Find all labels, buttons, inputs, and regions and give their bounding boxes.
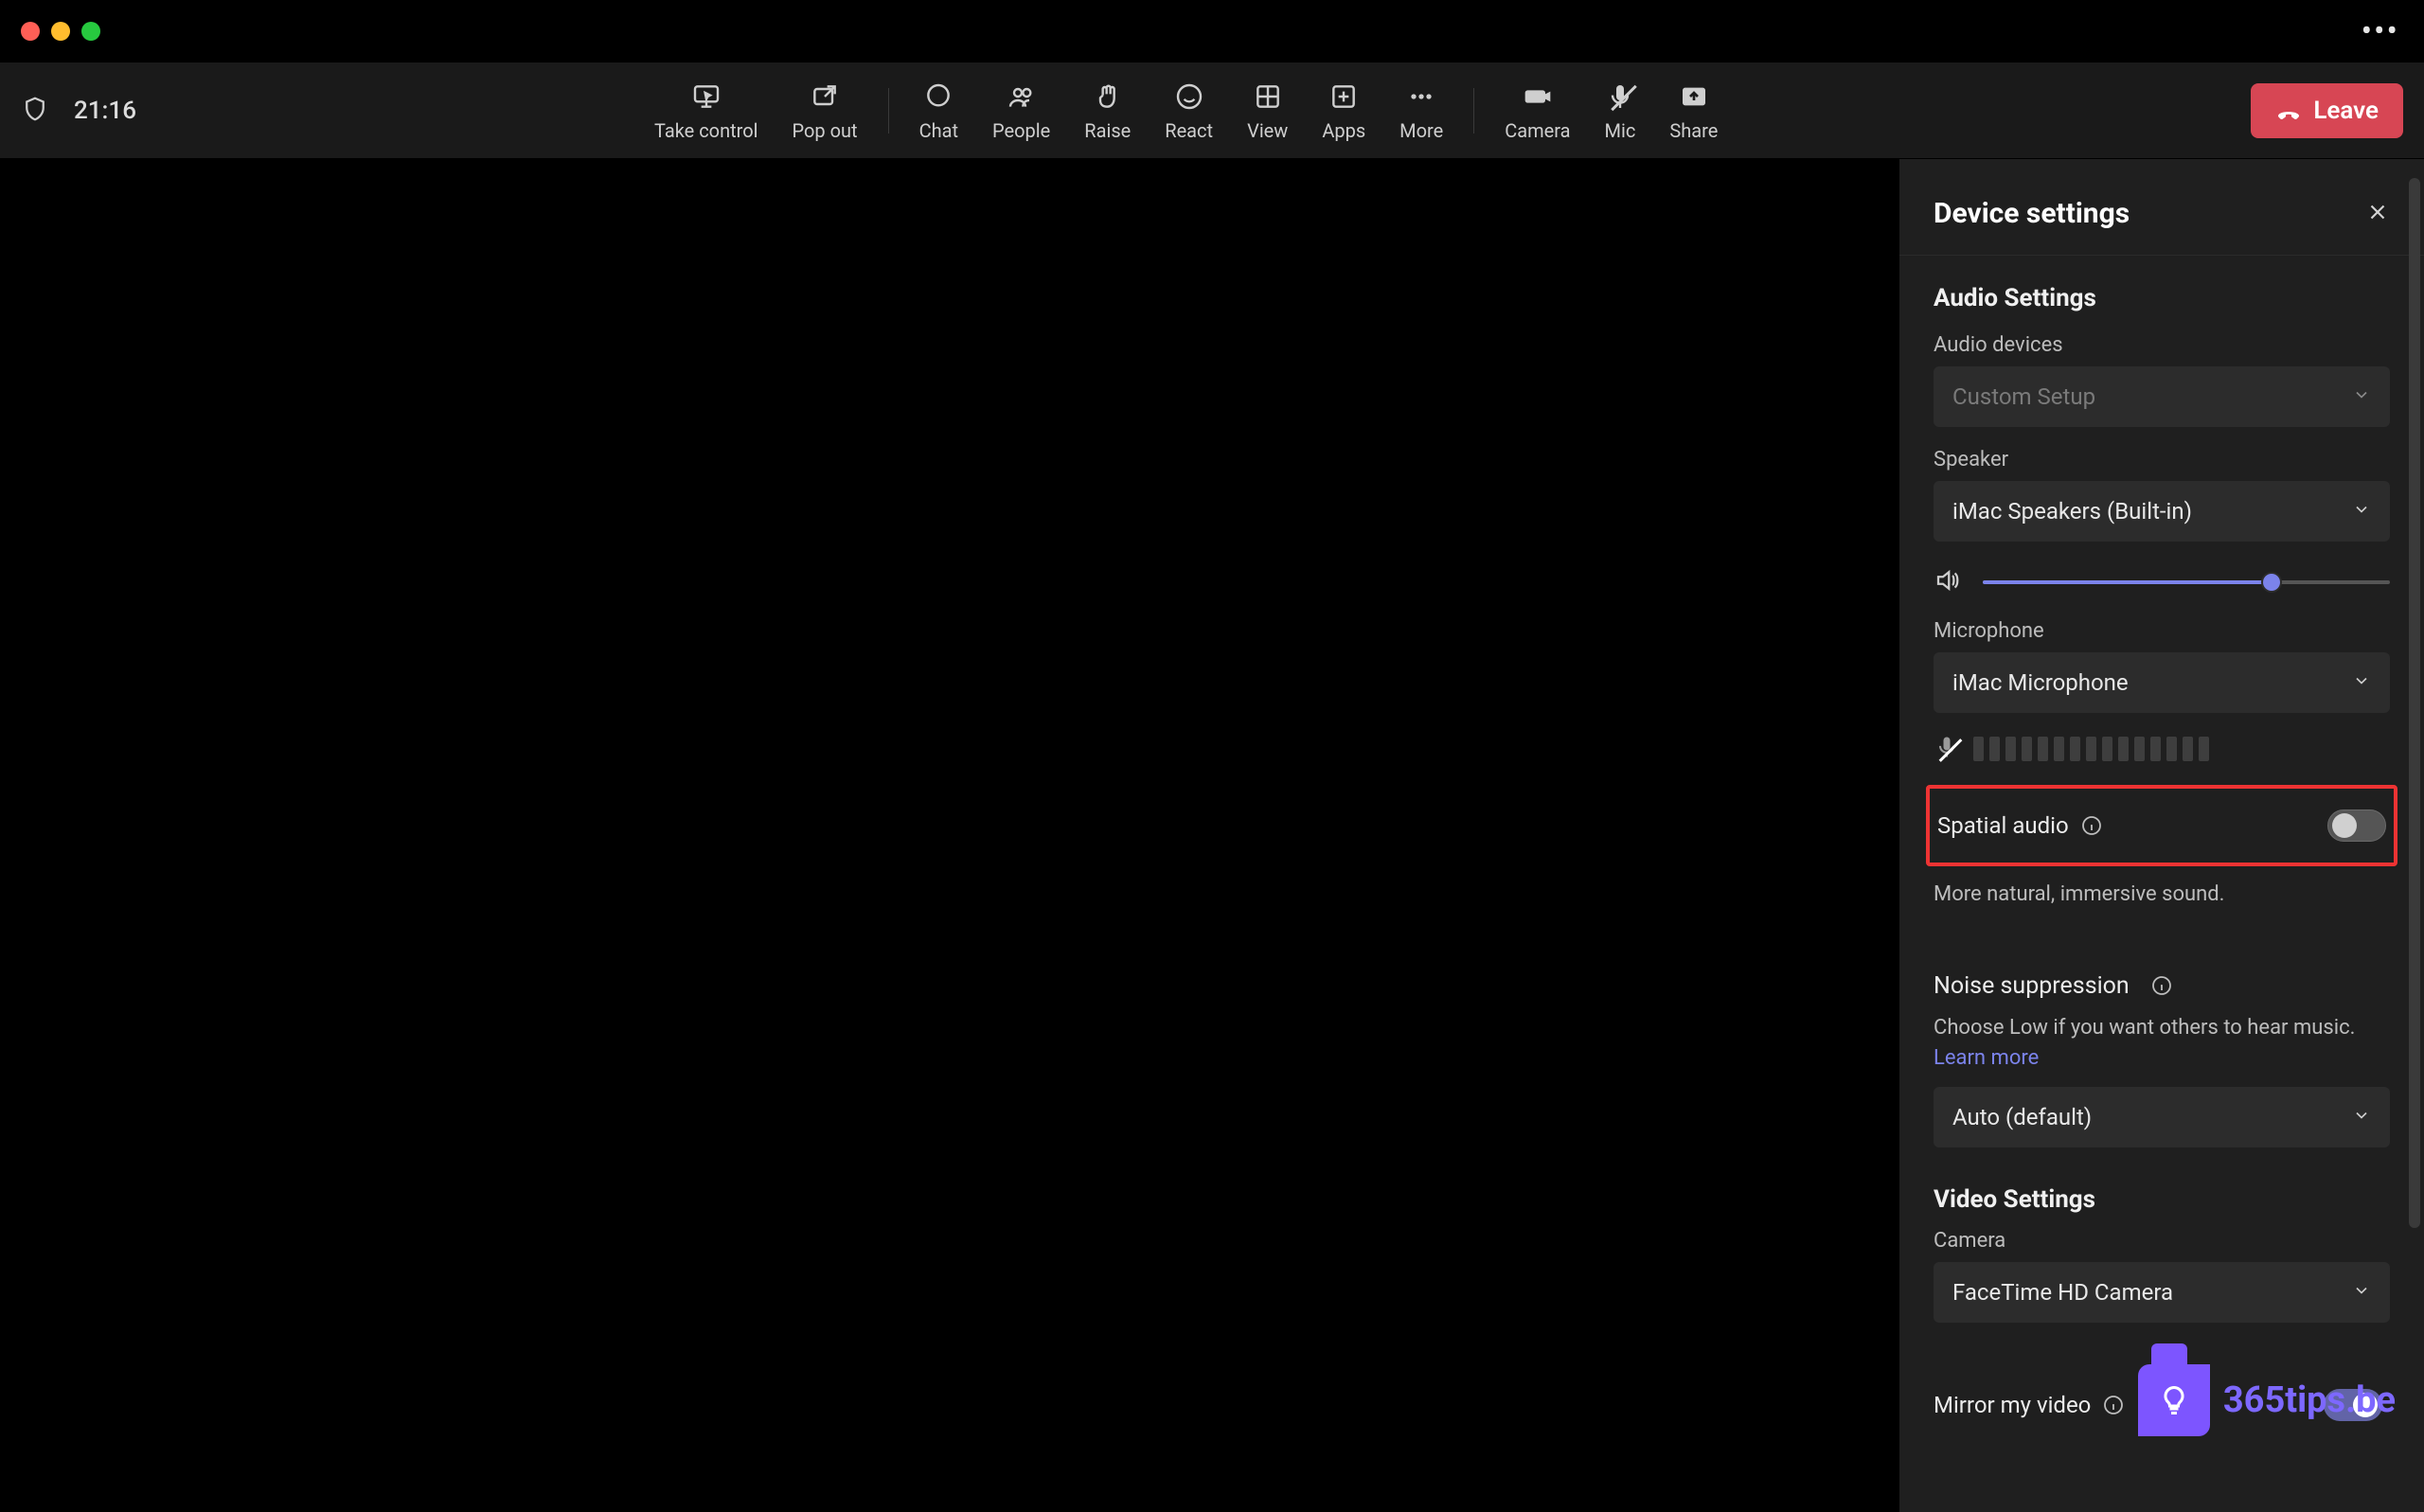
camera-label: Camera [1505, 119, 1570, 142]
speaker-value: iMac Speakers (Built-in) [1952, 498, 2192, 525]
separator [1473, 88, 1474, 133]
device-settings-panel: Device settings Audio Settings Audio dev… [1899, 159, 2424, 1512]
camera-button[interactable]: Camera [1488, 74, 1587, 148]
pop-out-label: Pop out [793, 119, 858, 142]
audio-devices-dropdown[interactable]: Custom Setup [1934, 366, 2390, 427]
video-settings-heading: Video Settings [1934, 1185, 2390, 1214]
learn-more-link[interactable]: Learn more [1934, 1046, 2039, 1070]
spatial-audio-highlight: Spatial audio [1926, 785, 2397, 866]
view-button[interactable]: View [1230, 74, 1305, 148]
mirror-video-label: Mirror my video [1934, 1392, 2091, 1418]
speaker-volume-row [1934, 566, 2390, 598]
people-button[interactable]: People [975, 74, 1067, 148]
mic-muted-icon [1934, 734, 1960, 764]
mic-label: Mic [1605, 119, 1636, 142]
more-button[interactable]: More [1382, 74, 1460, 148]
noise-suppression-description: Choose Low if you want others to hear mu… [1934, 1013, 2390, 1074]
camera-label: Camera [1934, 1229, 2390, 1253]
info-icon[interactable] [2150, 974, 2173, 997]
speaker-label: Speaker [1934, 448, 2390, 471]
monitor-cursor-icon [691, 80, 722, 114]
apps-label: Apps [1322, 119, 1365, 142]
watermark: 365tips.be [2138, 1364, 2396, 1436]
apps-button[interactable]: Apps [1305, 74, 1382, 148]
fullscreen-window-button[interactable] [81, 22, 100, 41]
audio-settings-heading: Audio Settings [1934, 284, 2390, 312]
mic-muted-icon [1605, 80, 1635, 114]
speaker-volume-slider[interactable] [1983, 580, 2390, 584]
chevron-down-icon [2352, 669, 2371, 696]
mic-level-meter [1934, 734, 2390, 764]
panel-title: Device settings [1934, 197, 2130, 230]
separator [888, 88, 889, 133]
video-region [0, 159, 1899, 1512]
share-button[interactable]: Share [1652, 74, 1735, 148]
close-icon [2365, 200, 2390, 224]
lightbulb-icon [2138, 1364, 2210, 1436]
window-controls [21, 22, 100, 41]
chat-label: Chat [919, 119, 958, 142]
call-duration: 21:16 [74, 97, 136, 125]
chat-button[interactable]: Chat [902, 74, 975, 148]
chevron-down-icon [2352, 1279, 2371, 1306]
emoji-icon [1174, 80, 1204, 114]
chevron-down-icon [2352, 1104, 2371, 1130]
slider-thumb[interactable] [2263, 574, 2280, 591]
chevron-down-icon [2352, 498, 2371, 525]
camera-icon [1523, 80, 1553, 114]
speaker-icon[interactable] [1934, 566, 1962, 598]
noise-suppression-label: Noise suppression [1934, 972, 2130, 1000]
close-window-button[interactable] [21, 22, 40, 41]
spatial-audio-description: More natural, immersive sound. [1934, 880, 2390, 910]
chevron-down-icon [2352, 383, 2371, 410]
raise-hand-button[interactable]: Raise [1067, 74, 1148, 148]
share-screen-icon [1679, 80, 1709, 114]
shield-icon[interactable] [21, 95, 49, 127]
noise-suppression-dropdown[interactable]: Auto (default) [1934, 1087, 2390, 1147]
scrollbar[interactable] [2409, 178, 2420, 1228]
noise-suppression-value: Auto (default) [1952, 1104, 2092, 1130]
raise-hand-icon [1093, 80, 1123, 114]
audio-devices-value: Custom Setup [1952, 383, 2095, 410]
more-horizontal-icon [1406, 80, 1436, 114]
take-control-button[interactable]: Take control [637, 74, 775, 148]
leave-label: Leave [2313, 97, 2379, 125]
more-label: More [1399, 119, 1443, 142]
mic-button[interactable]: Mic [1588, 74, 1653, 148]
info-icon[interactable] [2102, 1394, 2125, 1416]
view-label: View [1247, 119, 1288, 142]
react-button[interactable]: React [1148, 74, 1230, 148]
react-label: React [1165, 119, 1213, 142]
raise-label: Raise [1084, 119, 1131, 142]
spatial-audio-label: Spatial audio [1937, 812, 2069, 839]
pop-out-button[interactable]: Pop out [775, 74, 875, 148]
titlebar: ••• [0, 0, 2424, 62]
microphone-value: iMac Microphone [1952, 669, 2129, 696]
meeting-toolbar: 21:16 Take control Pop out Chat People R… [0, 62, 2424, 159]
share-label: Share [1669, 119, 1718, 142]
pop-out-icon [810, 80, 840, 114]
chat-icon [923, 80, 954, 114]
camera-dropdown[interactable]: FaceTime HD Camera [1934, 1262, 2390, 1323]
camera-value: FaceTime HD Camera [1952, 1279, 2173, 1306]
microphone-dropdown[interactable]: iMac Microphone [1934, 652, 2390, 713]
apps-icon [1328, 80, 1359, 114]
leave-button[interactable]: Leave [2251, 83, 2403, 138]
people-icon [1007, 80, 1037, 114]
hangup-icon [2275, 98, 2302, 124]
grid-icon [1253, 80, 1283, 114]
audio-devices-label: Audio devices [1934, 333, 2390, 357]
minimize-window-button[interactable] [51, 22, 70, 41]
close-panel-button[interactable] [2365, 200, 2390, 228]
spatial-audio-toggle[interactable] [2327, 809, 2386, 842]
people-label: People [992, 119, 1050, 142]
speaker-dropdown[interactable]: iMac Speakers (Built-in) [1934, 481, 2390, 542]
info-icon[interactable] [2080, 814, 2103, 837]
take-control-label: Take control [654, 119, 758, 142]
watermark-text: 365tips.be [2223, 1379, 2396, 1421]
microphone-label: Microphone [1934, 619, 2390, 643]
